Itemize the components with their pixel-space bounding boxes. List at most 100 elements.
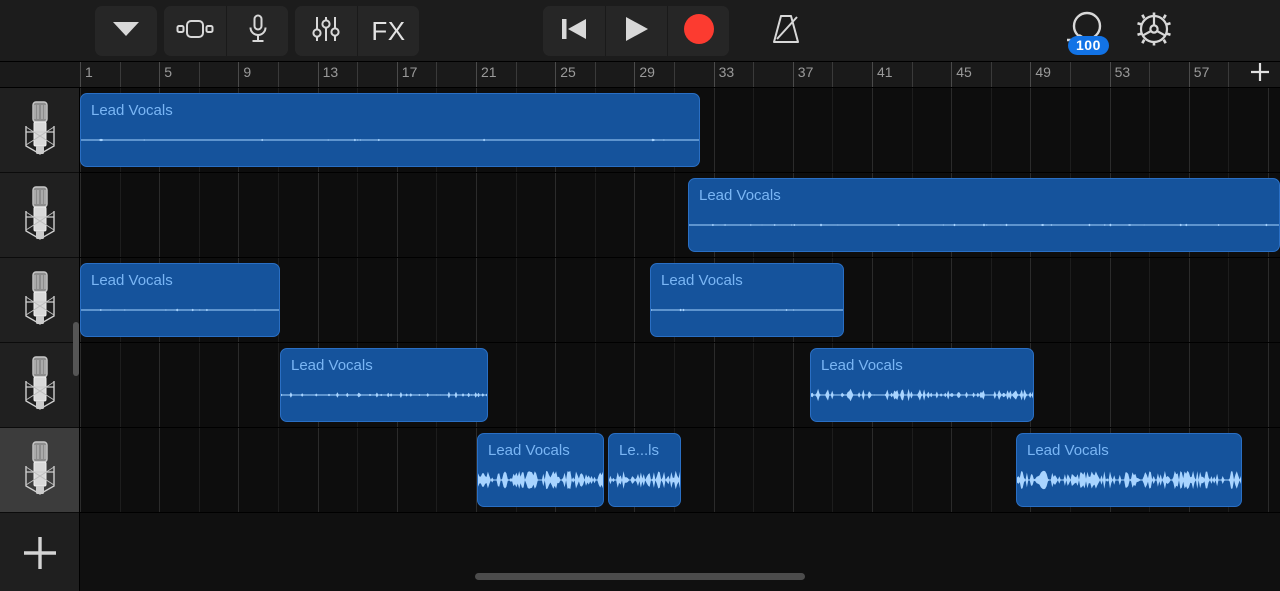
mixer-button[interactable]	[295, 6, 357, 56]
track-header-3[interactable]	[0, 258, 79, 343]
timeline-ruler[interactable]: 1 5 9 13 17 21 25 29 33 37 41 45 49 53 57	[80, 62, 1280, 88]
grid-line	[634, 258, 636, 342]
ruler-tick-minor	[594, 62, 596, 87]
grid-line	[634, 173, 636, 257]
region-label: Lead Vocals	[1027, 442, 1109, 459]
ruler-tick-minor	[278, 62, 279, 87]
grid-line-minor	[119, 428, 121, 512]
metronome-button[interactable]	[761, 6, 811, 56]
grid-line	[951, 88, 953, 172]
track-header-4[interactable]	[0, 343, 79, 428]
region-waveform	[811, 388, 1033, 402]
ruler-tick-minor	[1149, 62, 1151, 87]
grid-line	[792, 428, 794, 512]
audio-region[interactable]: Le...ls	[608, 433, 681, 507]
region-label: Lead Vocals	[821, 357, 903, 374]
region-label: Lead Vocals	[291, 357, 373, 374]
garageband-tracks-view: FX 100 1 5 9 13 17 21 25 29 33 37 41 45 …	[0, 0, 1280, 591]
ruler-bar-number: 53	[1114, 64, 1131, 80]
grid-line	[1268, 428, 1269, 512]
grid-line	[1188, 343, 1190, 427]
record-input-button[interactable]	[226, 6, 288, 56]
microphone-icon	[18, 268, 62, 333]
region-waveform	[689, 223, 1279, 227]
ruler-bar-number: 45	[956, 64, 972, 80]
vertical-scrollbar[interactable]	[73, 322, 79, 376]
microphone-icon	[18, 353, 62, 418]
navigation-menu-button[interactable]	[95, 6, 157, 56]
grid-line-minor	[198, 343, 200, 427]
grid-line-minor	[278, 343, 279, 427]
grid-line	[792, 88, 794, 172]
track-lane-5[interactable]: Lead Vocals Le...ls Lead Vocals	[80, 428, 1280, 513]
region-label: Lead Vocals	[699, 187, 781, 204]
ruler-corner	[0, 62, 80, 88]
metronome-icon	[769, 13, 803, 50]
grid-line	[1188, 88, 1190, 172]
rewind-button[interactable]	[543, 6, 605, 56]
grid-line-minor	[1070, 343, 1071, 427]
region-waveform	[81, 138, 699, 142]
microphone-icon	[18, 98, 62, 163]
mixer-fx-group: FX	[295, 6, 419, 56]
settings-button[interactable]	[1129, 6, 1179, 56]
ruler-bar-number: 17	[401, 64, 418, 80]
ruler-bar-number: 57	[1193, 64, 1210, 80]
grid-line-minor	[674, 173, 675, 257]
transport-group	[543, 6, 729, 56]
grid-line-minor	[990, 88, 992, 172]
grid-line-minor	[990, 428, 992, 512]
grid-line-minor	[436, 173, 438, 257]
ruler-add-button[interactable]	[1240, 62, 1280, 88]
region-waveform	[1017, 470, 1241, 490]
grid-line	[476, 173, 477, 257]
track-header-5[interactable]	[0, 428, 79, 513]
grid-line	[317, 258, 319, 342]
loop-browser-button[interactable]	[164, 6, 226, 56]
fx-button[interactable]: FX	[357, 6, 419, 56]
grid-line	[317, 428, 319, 512]
track-lane-3[interactable]: Lead Vocals Lead Vocals	[80, 258, 1280, 343]
add-track-button[interactable]	[0, 513, 80, 591]
audio-region[interactable]: Lead Vocals	[810, 348, 1034, 422]
grid-line	[951, 428, 953, 512]
audio-region[interactable]: Lead Vocals	[477, 433, 604, 507]
audio-region[interactable]: Lead Vocals	[80, 93, 700, 167]
grid-line	[238, 173, 240, 257]
grid-line	[1268, 343, 1269, 427]
track-lane-4[interactable]: Lead Vocals Lead Vocals	[80, 343, 1280, 428]
horizontal-scrollbar[interactable]	[475, 573, 805, 580]
audio-region[interactable]: Lead Vocals	[280, 348, 488, 422]
grid-line	[396, 428, 398, 512]
audio-region[interactable]: Lead Vocals	[688, 178, 1280, 252]
grid-line-minor	[119, 173, 121, 257]
rewind-icon	[560, 16, 588, 47]
record-button[interactable]	[667, 6, 729, 56]
audio-region[interactable]: Lead Vocals	[1016, 433, 1242, 507]
audio-region[interactable]: Lead Vocals	[80, 263, 280, 337]
track-header-1[interactable]	[0, 88, 79, 173]
ruler-tick-minor	[990, 62, 992, 87]
fx-label: FX	[371, 16, 406, 46]
plus-icon	[22, 535, 58, 576]
grid-line-minor	[198, 428, 200, 512]
audio-region[interactable]: Lead Vocals	[650, 263, 844, 337]
track-lane-1[interactable]: Lead Vocals	[80, 88, 1280, 173]
grid-line-minor	[1149, 343, 1151, 427]
tempo-badge[interactable]: 100	[1068, 36, 1109, 55]
microphone-icon	[18, 183, 62, 248]
grid-line	[80, 173, 81, 257]
grid-line	[317, 173, 319, 257]
grid-line-minor	[436, 258, 438, 342]
track-header-2[interactable]	[0, 173, 79, 258]
grid-line-minor	[357, 258, 359, 342]
grid-line	[872, 88, 873, 172]
play-button[interactable]	[605, 6, 667, 56]
track-lane-2[interactable]: Lead Vocals	[80, 173, 1280, 258]
region-label: Lead Vocals	[91, 272, 173, 289]
track-lanes[interactable]: Lead Vocals Lead Vocals Lead Vocals Lead Vo…	[80, 88, 1280, 513]
record-icon	[683, 13, 715, 50]
grid-line	[1030, 258, 1032, 342]
ruler-bar-number: 25	[560, 64, 576, 80]
ruler-bar-number: 1	[85, 64, 93, 80]
